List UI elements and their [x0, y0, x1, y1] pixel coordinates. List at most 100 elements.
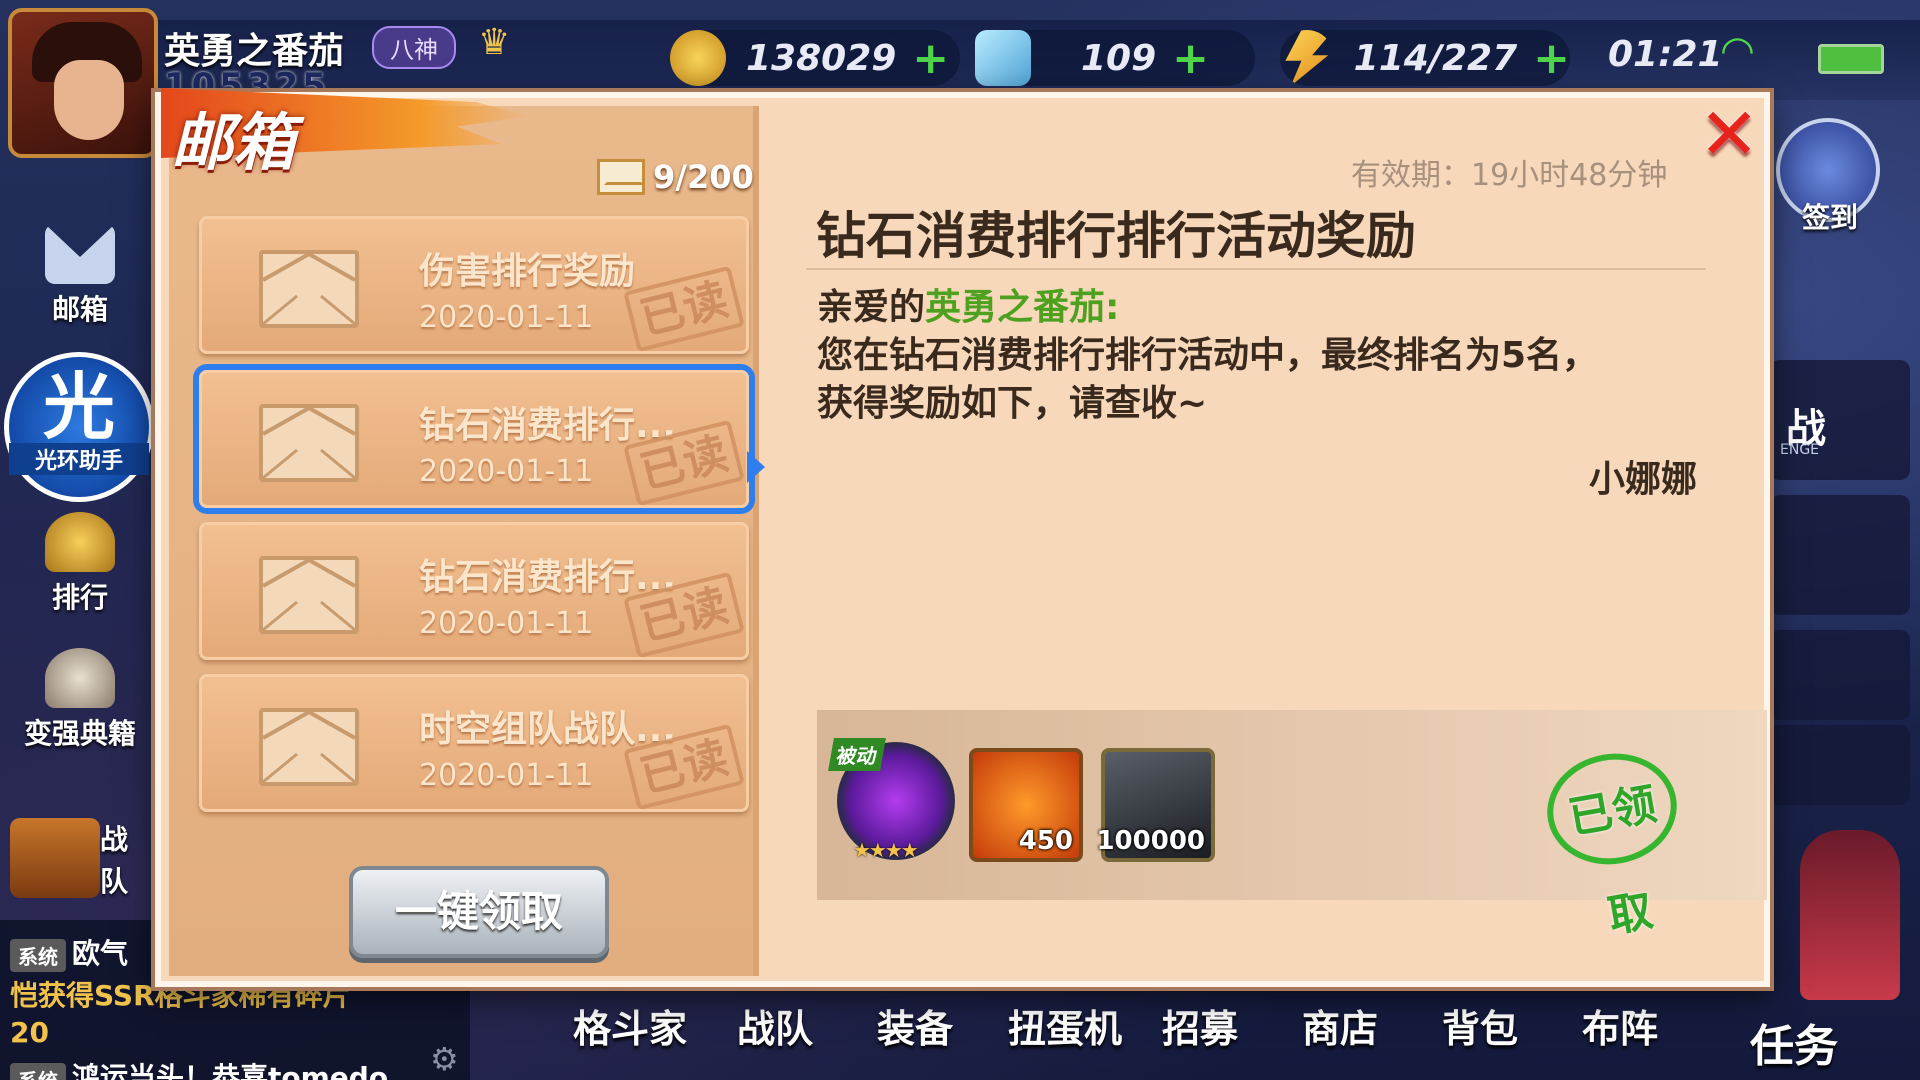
nav-team[interactable]: 战队: [705, 985, 845, 1065]
nav-recruit[interactable]: 招募: [1130, 985, 1270, 1065]
sidebar-team-label: 队: [100, 865, 129, 898]
sidebar-item-mailbox[interactable]: 邮箱: [10, 224, 150, 328]
mail-body: 亲爱的英勇之番茄: 您在钻石消费排行排行活动中，最终排名为5名， 获得奖励如下，…: [817, 284, 1697, 428]
character-portrait: [1800, 830, 1900, 1000]
mail-expiry: 有效期：19小时48分钟: [1351, 158, 1668, 193]
task-button[interactable]: 任务: [1750, 1010, 1838, 1074]
stamina-value: 114/227: [1353, 37, 1518, 79]
chat-line: 系统鸿运当头！恭喜tomedo: [10, 1056, 388, 1080]
mail-body-line: 获得奖励如下，请查收~: [817, 383, 1208, 424]
envelope-icon: [259, 556, 359, 634]
chat-text: 鸿运当头！恭喜tomedo: [72, 1061, 389, 1080]
mail-greeting: 亲爱的英勇之番茄:: [817, 284, 1697, 332]
mail-list-item-selected[interactable]: 钻石消费排行... 2020-01-11 已读: [199, 370, 749, 508]
mail-icon: [45, 224, 115, 284]
mail-list-panel: 9/200 伤害排行奖励 2020-01-11 已读 钻石消费排行... 202…: [169, 106, 765, 976]
gold-coin-icon: [670, 30, 726, 86]
wifi-icon: ◠: [1720, 28, 1755, 74]
add-stamina-button[interactable]: +: [1533, 33, 1570, 84]
sidebar-item-ranking[interactable]: 排行: [10, 512, 150, 616]
system-tag: 系统: [10, 1062, 66, 1080]
mail-date: 2020-01-11: [419, 454, 594, 489]
crown-icon: ♛: [478, 22, 511, 63]
right-panel-3[interactable]: [1770, 630, 1910, 720]
selection-arrow-icon: [747, 451, 765, 483]
nav-equipment[interactable]: 装备: [845, 985, 985, 1065]
mail-title: 钻石消费排行...: [419, 557, 677, 598]
dialog-title: 邮箱: [171, 106, 296, 179]
chat-line: 20: [10, 1016, 49, 1049]
mail-list-item[interactable]: 钻石消费排行... 2020-01-11 已读: [199, 522, 749, 660]
close-icon[interactable]: ✕: [1699, 98, 1759, 170]
cup-icon: [45, 648, 115, 708]
challenge-panel[interactable]: 战: [1770, 360, 1910, 480]
vip-badge: 八神: [372, 26, 456, 69]
greeting-prefix: 亲爱的: [817, 287, 926, 328]
diamond-resource: 109 +: [975, 30, 1255, 86]
stamina-resource: 114/227 +: [1280, 30, 1570, 86]
nav-fighter[interactable]: 格斗家: [560, 985, 700, 1065]
sidebar-item-guide[interactable]: 变强典籍: [10, 648, 150, 752]
envelope-icon: [259, 404, 359, 482]
greeting-colon: :: [1105, 287, 1120, 328]
reward-gold-safe-icon[interactable]: 100000: [1096, 748, 1215, 862]
rewards-panel: 被动 ★★★★ 450 100000 已领取: [817, 710, 1767, 943]
nav-formation[interactable]: 布阵: [1550, 985, 1690, 1065]
lightning-icon: [1285, 30, 1334, 86]
mail-title: 钻石消费排行...: [419, 405, 677, 446]
envelope-icon: [259, 250, 359, 328]
claim-all-button[interactable]: 一键领取: [349, 866, 609, 958]
title-divider: [806, 268, 1706, 270]
sidebar-battle-label: 战: [100, 823, 129, 856]
battery-icon: [1818, 44, 1884, 74]
trophy-icon: [45, 512, 115, 572]
right-panel-2[interactable]: [1770, 495, 1910, 615]
mailbox-dialog: 9/200 伤害排行奖励 2020-01-11 已读 钻石消费排行... 202…: [155, 88, 1770, 987]
mail-detail-title: 钻石消费排行排行活动奖励: [816, 207, 1416, 265]
mail-date: 2020-01-11: [419, 758, 594, 793]
reward-crystal-icon[interactable]: 450: [969, 748, 1083, 862]
halo-assistant-button[interactable]: 光 光环助手: [4, 352, 154, 502]
mail-list-item[interactable]: 时空组队战队... 2020-01-11 已读: [199, 674, 749, 812]
clock: 01:21: [1608, 34, 1723, 75]
mail-sender: 小娜娜: [1589, 459, 1698, 500]
claimed-stamp: 已领取: [1538, 743, 1686, 943]
mail-body-line: 您在钻石消费排行排行活动中，最终排名为5名，: [817, 335, 1599, 376]
right-panel-4[interactable]: [1770, 725, 1910, 805]
mail-count-value: 9/200: [653, 158, 754, 196]
add-diamond-button[interactable]: +: [1172, 33, 1209, 84]
gold-value: 138029: [746, 37, 897, 79]
lantern-icon[interactable]: [10, 818, 100, 898]
challenge-label: 战: [1786, 406, 1826, 452]
sidebar-item-label: 变强典籍: [23, 717, 136, 750]
signin-label: 签到: [1801, 201, 1858, 234]
nav-shop[interactable]: 商店: [1270, 985, 1410, 1065]
mail-count: 9/200: [597, 158, 754, 196]
reward-count: 450: [1018, 826, 1073, 856]
add-gold-button[interactable]: +: [912, 33, 949, 84]
sidebar-item-label: 邮箱: [51, 293, 108, 326]
greeting-player-name: 英勇之番茄: [925, 287, 1106, 328]
reward-count: 100000: [1096, 826, 1205, 856]
halo-glyph: 光: [42, 365, 115, 449]
gold-resource: 138029 +: [670, 30, 960, 86]
reward-passive-skill-icon[interactable]: 被动 ★★★★: [828, 738, 955, 862]
challenge-sublabel: ENGE: [1780, 442, 1820, 458]
mail-list-item[interactable]: 伤害排行奖励 2020-01-11 已读: [199, 216, 749, 354]
mail-title: 时空组队战队...: [419, 709, 677, 750]
read-stamp: 已读: [623, 265, 745, 353]
envelope-icon: [259, 708, 359, 786]
mail-date: 2020-01-11: [419, 606, 594, 641]
diamond-value: 109: [1081, 37, 1157, 79]
system-tag: 系统: [10, 938, 66, 972]
settings-gear-icon[interactable]: ⚙: [430, 1040, 459, 1078]
nav-gacha[interactable]: 扭蛋机: [985, 985, 1145, 1065]
passive-tag: 被动: [828, 738, 886, 771]
avatar-face: [54, 60, 124, 140]
mail-title: 伤害排行奖励: [419, 251, 636, 292]
diamond-icon: [975, 30, 1031, 86]
nav-bag[interactable]: 背包: [1410, 985, 1550, 1065]
envelope-icon: [597, 159, 645, 195]
mail-date: 2020-01-11: [419, 300, 594, 335]
sidebar-item-label: 排行: [51, 581, 108, 614]
